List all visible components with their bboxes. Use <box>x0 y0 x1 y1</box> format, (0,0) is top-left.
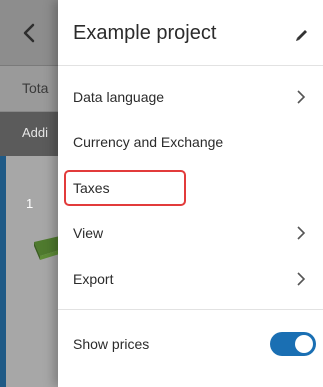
show-prices-toggle[interactable] <box>270 332 316 356</box>
toggle-knob <box>295 335 313 353</box>
menu-item-view[interactable]: View <box>58 210 323 256</box>
show-prices-label: Show prices <box>73 336 150 352</box>
divider <box>58 309 323 310</box>
chevron-right-icon <box>297 272 306 286</box>
menu-item-export[interactable]: Export <box>58 256 323 302</box>
project-menu-drawer: Example project Data language Currency a… <box>58 0 323 387</box>
menu-item-taxes[interactable]: Taxes <box>58 165 323 211</box>
menu-item-label: Currency and Exchange <box>73 134 224 150</box>
drawer-header: Example project <box>58 0 323 66</box>
menu-item-label: View <box>73 225 104 241</box>
background-accent-strip <box>0 156 6 387</box>
chevron-right-icon <box>297 226 306 240</box>
edit-project-button[interactable] <box>290 23 314 47</box>
chevron-left-icon <box>23 23 35 43</box>
project-title: Example project <box>73 22 217 44</box>
background-summary-label: Tota <box>22 80 49 96</box>
menu-item-label: Taxes <box>73 180 110 196</box>
menu-item-currency-exchange[interactable]: Currency and Exchange <box>58 119 323 165</box>
background-add-label: Addi <box>22 125 49 140</box>
chevron-right-icon <box>297 90 306 104</box>
back-button[interactable] <box>14 18 44 48</box>
background-row-number: 1 <box>26 196 34 211</box>
pencil-icon <box>296 30 307 41</box>
menu-item-label: Export <box>73 271 114 287</box>
menu-item-label: Data language <box>73 89 165 105</box>
menu-item-data-language[interactable]: Data language <box>58 74 323 120</box>
app-screen: Tota Addi 1 Example project Data languag… <box>0 0 323 387</box>
